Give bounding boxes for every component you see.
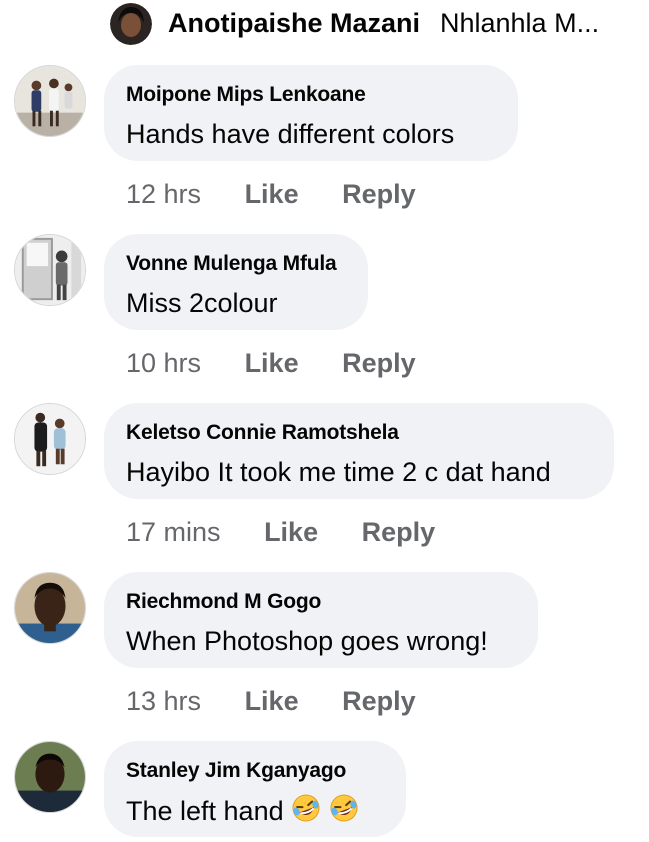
like-button[interactable]: Like xyxy=(264,517,318,548)
avatar[interactable] xyxy=(14,403,86,475)
avatar[interactable] xyxy=(14,741,86,813)
like-button[interactable]: Like xyxy=(245,348,299,379)
comment-timestamp[interactable]: 10 hrs xyxy=(126,348,201,379)
avatar[interactable] xyxy=(14,572,86,644)
comment-text: When Photoshop goes wrong! xyxy=(126,626,488,656)
comment-bubble[interactable]: Vonne Mulenga Mfula Miss 2colour xyxy=(104,234,368,330)
comment-text: Hands have different colors xyxy=(126,119,455,149)
comment-text: Hayibo It took me time 2 c dat hand xyxy=(126,457,551,487)
reply-button[interactable]: Reply xyxy=(342,348,416,379)
comment-timestamp[interactable]: 12 hrs xyxy=(126,179,201,210)
comment-timestamp[interactable]: 13 hrs xyxy=(126,686,201,717)
comment-actions: 10 hrs Like Reply xyxy=(126,348,416,379)
comment-bubble[interactable]: Stanley Jim Kganyago The left hand xyxy=(104,741,406,837)
comment-author[interactable]: Vonne Mulenga Mfula xyxy=(126,252,346,276)
comment-bubble[interactable]: Riechmond M Gogo When Photoshop goes wro… xyxy=(104,572,538,668)
rolling-on-floor-laughing-icon xyxy=(330,794,358,822)
rolling-on-floor-laughing-icon xyxy=(292,794,320,822)
like-button[interactable]: Like xyxy=(245,686,299,717)
comment-actions: 17 mins Like Reply xyxy=(126,517,435,548)
comment-timestamp[interactable]: 17 mins xyxy=(126,517,221,548)
comment-author[interactable]: Stanley Jim Kganyago xyxy=(126,759,384,783)
comment-actions: 13 hrs Like Reply xyxy=(126,686,416,717)
comment-author[interactable]: Moipone Mips Lenkoane xyxy=(126,83,496,107)
comment-author[interactable]: Keletso Connie Ramotshela xyxy=(126,421,592,445)
comment-text-content: The left hand xyxy=(126,796,284,826)
reply-button[interactable]: Reply xyxy=(362,517,436,548)
reply-button[interactable]: Reply xyxy=(342,686,416,717)
reply-button[interactable]: Reply xyxy=(342,179,416,210)
avatar[interactable] xyxy=(14,65,86,137)
header-tagged-name[interactable]: Nhlanhla M... xyxy=(440,8,599,39)
like-button[interactable]: Like xyxy=(245,179,299,210)
comment-author[interactable]: Riechmond M Gogo xyxy=(126,590,516,614)
header-author-name[interactable]: Anotipaishe Mazani xyxy=(168,8,420,39)
comment-actions: 12 hrs Like Reply xyxy=(126,179,416,210)
comment-bubble[interactable]: Moipone Mips Lenkoane Hands have differe… xyxy=(104,65,518,161)
comment-text: Miss 2colour xyxy=(126,288,278,318)
avatar[interactable] xyxy=(14,234,86,306)
avatar[interactable] xyxy=(110,3,152,45)
comment-text: The left hand xyxy=(126,793,384,828)
comment-thread-header: Anotipaishe Mazani Nhlanhla M... xyxy=(110,0,649,50)
comment-bubble[interactable]: Keletso Connie Ramotshela Hayibo It took… xyxy=(104,403,614,499)
